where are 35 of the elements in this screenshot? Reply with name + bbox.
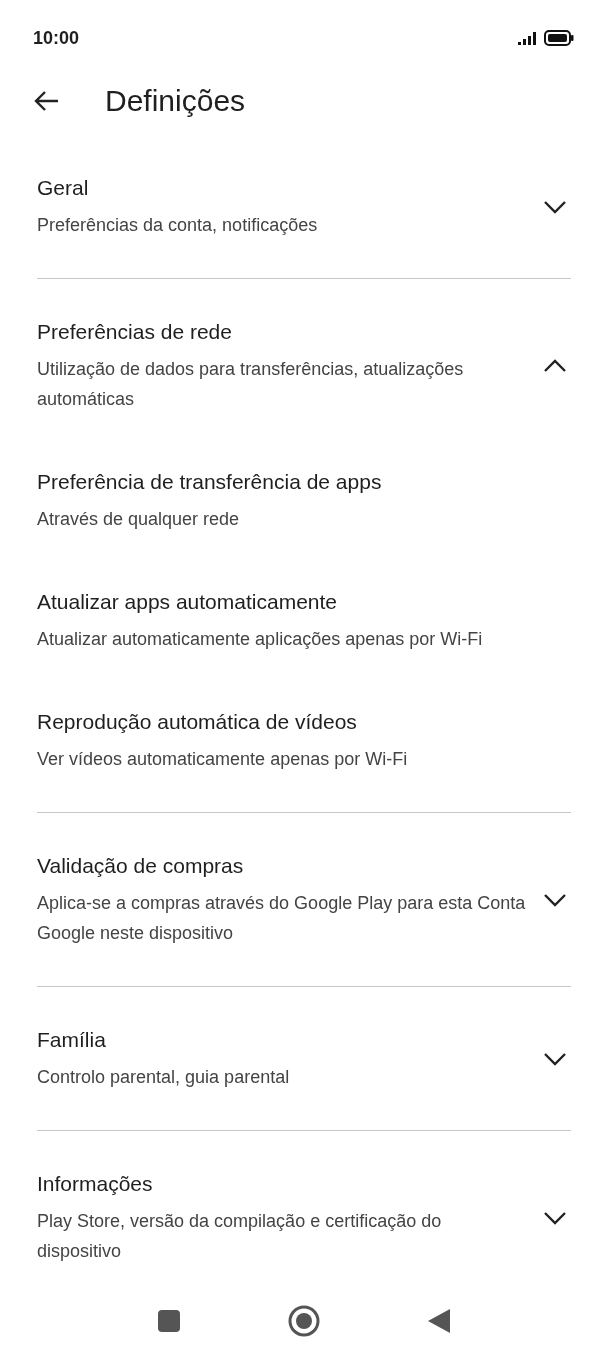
setting-item[interactable]: Atualizar apps automaticamente Atualizar automaticamente aplicações apenas por Wi-Fi: [37, 534, 571, 654]
page-title: Definições: [105, 84, 246, 118]
section-header[interactable]: Geral Preferências da conta, notificações: [37, 173, 571, 240]
setting-title: Atualizar apps automaticamente: [37, 589, 338, 615]
setting-item[interactable]: Preferência de transferência de apps Através de qualquer rede: [37, 414, 571, 534]
setting-subtitle: Ver vídeos automaticamente apenas por Wi-Fi: [37, 748, 409, 771]
setting-subtitle: Através de qualquer rede: [37, 508, 241, 531]
setting-item[interactable]: Reprodução automática de vídeos Ver vídeos automaticamente apenas por Wi-Fi: [37, 654, 571, 774]
setting-title: Reprodução automática de vídeos: [37, 709, 358, 735]
setting-subtitle: Atualizar automaticamente aplicações apenas por Wi-Fi: [37, 628, 484, 651]
section-header[interactable]: Validação de compras Aplica-se a compras através do Google Play para esta Conta Google neste dispositivo: [37, 851, 571, 948]
section-title: Informações: [37, 1171, 154, 1197]
section-subtitle: Utilização de dados para transferências, atualizações automáticas: [37, 358, 465, 411]
status-time: 10:00: [33, 27, 80, 49]
battery-icon: [544, 30, 574, 46]
section-subtitle: Aplica-se a compras através do Google Play para esta Conta Google neste dispositivo: [37, 892, 527, 945]
section-title: Validação de compras: [37, 853, 245, 879]
setting-title: Preferência de transferência de apps: [37, 469, 383, 495]
chevron-down-icon[interactable]: [543, 1210, 567, 1225]
section-title: Preferências de rede: [37, 319, 233, 345]
section-header[interactable]: Família Controlo parental, guia parental: [37, 1025, 571, 1092]
chevron-down-icon[interactable]: [543, 199, 567, 214]
chevron-down-icon[interactable]: [543, 1051, 567, 1066]
recents-icon[interactable]: [158, 1310, 180, 1332]
section-header[interactable]: Informações Play Store, versão da compilação e certificação do dispositivo: [37, 1169, 571, 1266]
home-icon[interactable]: [288, 1305, 320, 1337]
back-icon[interactable]: [428, 1309, 450, 1333]
section-subtitle: Preferências da conta, notificações: [37, 214, 319, 237]
chevron-up-icon[interactable]: [543, 358, 567, 373]
chevron-down-icon[interactable]: [543, 892, 567, 907]
section-title: Geral: [37, 175, 90, 201]
section-subtitle: Controlo parental, guia parental: [37, 1066, 291, 1089]
section-header[interactable]: Preferências de rede Utilização de dados para transferências, atualizações automáticas: [37, 317, 571, 414]
section-title: Família: [37, 1027, 107, 1053]
section-subtitle: Play Store, versão da compilação e certificação do dispositivo: [37, 1210, 443, 1263]
